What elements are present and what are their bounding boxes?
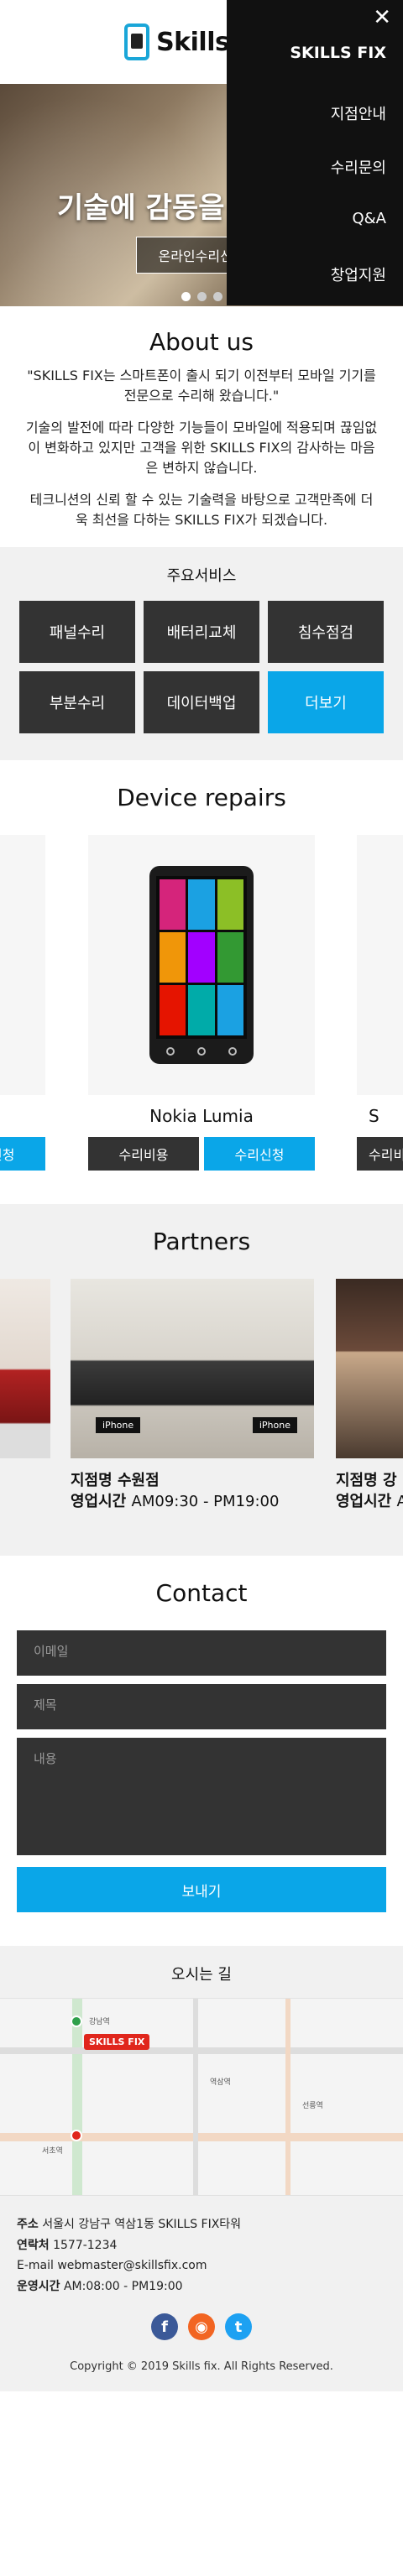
device-image: [357, 835, 403, 1095]
send-button[interactable]: 보내기: [17, 1867, 386, 1912]
about-paragraph-3: 테크니션의 신뢰 할 수 있는 기술력을 바탕으로 고객만족에 더욱 최선을 다…: [29, 492, 374, 528]
close-icon[interactable]: ✕: [373, 7, 391, 29]
about-paragraph-2: 기술의 발전에 따라 다양한 기능들이 모바일에 적용되며 끊임없이 변화하고 …: [25, 420, 378, 476]
footer-info: 주소 서울시 강남구 역삼1동 SKILLS FIX타워 연락처 1577-12…: [0, 2196, 403, 2297]
device-image[interactable]: [88, 835, 315, 1095]
hours: AM:08:00 - PM19:00: [63, 2279, 183, 2293]
phone[interactable]: 1577-1234: [53, 2239, 117, 2252]
service-data-backup-button[interactable]: 데이터백업: [144, 671, 259, 733]
subway-station-icon: [71, 2130, 82, 2141]
services-title: 주요서비스: [166, 567, 237, 585]
twitter-icon[interactable]: t: [225, 2313, 252, 2340]
footer: 오시는 길 SKILLS FIX 강남역 역삼역 서초역 선릉역 주소 서울시 …: [0, 1946, 403, 2391]
service-partial-repair-button[interactable]: 부분수리: [19, 671, 135, 733]
partner-card: 지점명 강 영업시간 A: [336, 1279, 403, 1512]
map-label: 역삼역: [210, 2078, 231, 2087]
email-label: E-mail: [17, 2259, 54, 2272]
repair-request-button[interactable]: 수리신청: [204, 1137, 315, 1171]
location-map[interactable]: SKILLS FIX 강남역 역삼역 서초역 선릉역: [0, 1998, 403, 2196]
menu-brand[interactable]: SKILLS FIX: [290, 44, 386, 62]
partner-store-image[interactable]: [336, 1279, 403, 1458]
email-field[interactable]: 이메일: [17, 1630, 386, 1676]
subject-field[interactable]: 제목: [17, 1684, 386, 1729]
branch-name: 강: [382, 1472, 397, 1489]
map-pin[interactable]: SKILLS FIX: [84, 2034, 150, 2050]
service-water-damage-button[interactable]: 침수점검: [268, 601, 384, 663]
service-more-button[interactable]: 더보기: [268, 671, 384, 733]
map-label: 서초역: [42, 2147, 63, 2156]
services-grid: 패널수리 배터리교체 침수점검 부분수리 데이터백업 더보기: [0, 601, 403, 733]
about-section: About us "SKILLS FIX는 스마트폰이 출시 되기 이전부터 모…: [0, 306, 403, 547]
device-name: Nokia Lumia: [149, 1106, 254, 1126]
map-label: 선릉역: [302, 2102, 323, 2110]
partner-card: iPhone iPhone 지점명 수원점 영업시간 AM09:30 - PM1…: [71, 1279, 314, 1512]
repair-cost-button[interactable]: 수리비용: [88, 1137, 199, 1171]
repair-request-button[interactable]: 수리신청: [0, 1137, 45, 1171]
partner-store-image[interactable]: iPhone iPhone: [71, 1279, 314, 1458]
device-repairs-title: Device repairs: [117, 784, 286, 811]
services-section: 주요서비스 패널수리 배터리교체 침수점검 부분수리 데이터백업 더보기: [0, 547, 403, 760]
menu-item-inquiry[interactable]: 수리문의: [331, 156, 386, 178]
service-panel-repair-button[interactable]: 패널수리: [19, 601, 135, 663]
map-title: 오시는 길: [171, 1966, 232, 1984]
branch-label: 지점명: [71, 1472, 113, 1489]
menu-item-qna[interactable]: Q&A: [352, 210, 386, 227]
contact-section: Contact 이메일 제목 내용 보내기: [0, 1556, 403, 1946]
side-menu: ✕ SKILLS FIX 지점안내 수리문의 Q&A 창업지원: [227, 0, 403, 305]
hours-label: 운영시간: [17, 2279, 60, 2293]
nokia-phone-image: [149, 866, 254, 1064]
partners-section: Partners iPhone iPhone 지점명 수원점 영업시간 AM09…: [0, 1204, 403, 1556]
contact-title: Contact: [155, 1579, 248, 1607]
address: 서울시 강남구 역삼1동 SKILLS FIX타워: [42, 2218, 242, 2231]
message-field[interactable]: 내용: [17, 1738, 386, 1855]
repair-cost-button[interactable]: 수리비용: [357, 1137, 403, 1171]
device-repairs-section: Device repairs 수리신청 Nokia L: [0, 760, 403, 1204]
social-links: f ◉ t: [0, 2313, 403, 2340]
device-name: [0, 1095, 45, 1137]
branch-hours: AM09:30 - PM19:00: [131, 1493, 280, 1511]
branch-name: 수원점: [117, 1472, 160, 1489]
about-paragraph-1: "SKILLS FIX는 스마트폰이 출시 되기 이전부터 모바일 기기를 전문…: [27, 368, 376, 404]
branch-label: 지점명: [336, 1472, 378, 1489]
store-sign: iPhone: [96, 1417, 141, 1433]
service-battery-button[interactable]: 배터리교체: [144, 601, 259, 663]
phone-label: 연락처: [17, 2238, 50, 2252]
device-card: S 수리비용: [357, 835, 403, 1171]
device-name: S: [369, 1106, 379, 1126]
partners-title: Partners: [152, 1228, 251, 1255]
device-card: 수리신청: [0, 835, 45, 1171]
rss-icon[interactable]: ◉: [188, 2313, 215, 2340]
address-label: 주소: [17, 2218, 39, 2231]
device-card: Nokia Lumia 수리비용 수리신청: [88, 835, 315, 1171]
menu-item-branch[interactable]: 지점안내: [331, 102, 386, 124]
subway-station-icon: [71, 2015, 82, 2027]
slider-dot[interactable]: [181, 292, 191, 301]
device-carousel[interactable]: 수리신청 Nokia Lumia 수리비용 수리신청: [0, 835, 403, 1171]
partner-store-image[interactable]: [0, 1279, 50, 1458]
store-sign: iPhone: [252, 1417, 297, 1433]
device-image: [0, 835, 45, 1095]
slider-dot[interactable]: [196, 292, 207, 301]
email[interactable]: webmaster@skillsfix.com: [57, 2259, 207, 2272]
partner-info: 지점명 수원점 영업시간 AM09:30 - PM19:00: [71, 1470, 314, 1512]
copyright: Copyright © 2019 Skills fix. All Rights …: [70, 2360, 333, 2373]
menu-item-startup[interactable]: 창업지원: [331, 263, 386, 285]
hours-label: 영업시간: [336, 1493, 392, 1511]
partners-carousel[interactable]: iPhone iPhone 지점명 수원점 영업시간 AM09:30 - PM1…: [0, 1279, 403, 1522]
branch-hours: A: [396, 1493, 403, 1511]
slider-dot[interactable]: [212, 292, 222, 301]
partner-info: 지점명 강 영업시간 A: [336, 1470, 403, 1512]
phone-logo-icon: [124, 23, 150, 60]
partner-card: [0, 1279, 50, 1458]
hours-label: 영업시간: [71, 1493, 127, 1511]
facebook-icon[interactable]: f: [151, 2313, 178, 2340]
map-label: 강남역: [89, 2018, 110, 2026]
about-title: About us: [149, 328, 254, 356]
